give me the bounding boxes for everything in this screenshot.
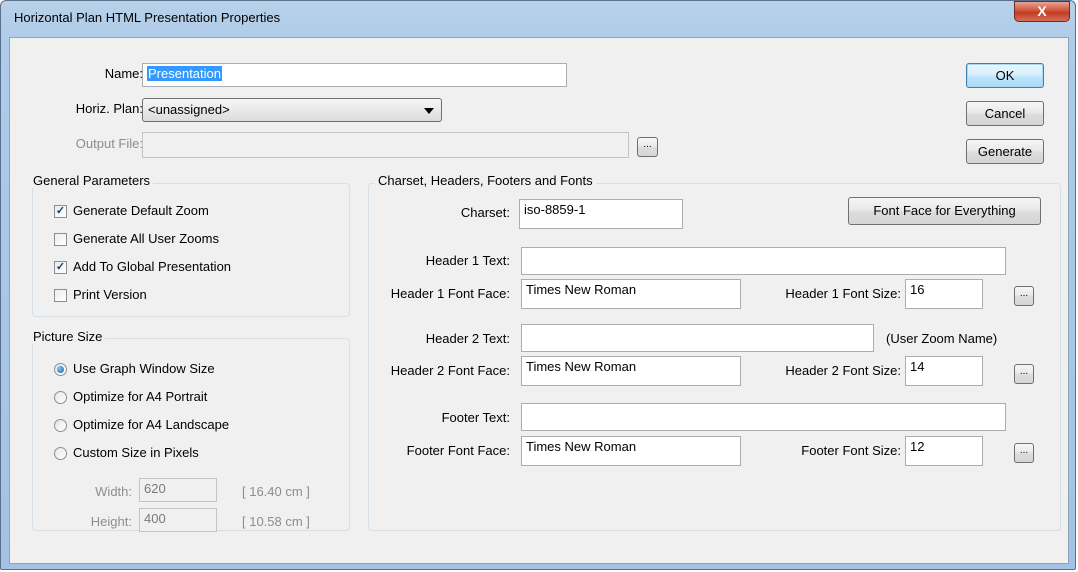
header2-font-face-input[interactable]: Times New Roman <box>521 356 741 386</box>
name-input[interactable]: Presentation <box>142 63 567 87</box>
header2-font-face-value: Times New Roman <box>526 359 637 374</box>
header2-font-browse-button[interactable]: ... <box>1014 364 1034 384</box>
footer-font-face-input[interactable]: Times New Roman <box>521 436 741 466</box>
header2-text-label: Header 2 Text: <box>425 331 510 346</box>
dialog-client-area: Name: Presentation Horiz. Plan: <unassig… <box>9 37 1069 564</box>
header2-font-face-label: Header 2 Font Face: <box>390 363 510 378</box>
charset-value: iso-8859-1 <box>524 202 586 217</box>
header2-text-input[interactable] <box>521 324 874 352</box>
header2-font-size-input[interactable]: 14 <box>905 356 983 386</box>
a4-portrait-radio[interactable] <box>54 391 67 404</box>
height-cm-text: [ 10.58 cm ] <box>242 514 310 529</box>
header1-text-label: Header 1 Text: <box>425 253 510 268</box>
a4-landscape-radio[interactable] <box>54 419 67 432</box>
generate-button[interactable]: Generate <box>966 139 1044 164</box>
generate-default-zoom-label: Generate Default Zoom <box>73 203 209 218</box>
height-label: Height: <box>90 514 132 529</box>
width-input: 620 <box>139 478 217 502</box>
header1-font-face-input[interactable]: Times New Roman <box>521 279 741 309</box>
footer-text-input[interactable] <box>521 403 1006 431</box>
footer-font-browse-button[interactable]: ... <box>1014 443 1034 463</box>
ok-button[interactable]: OK <box>966 63 1044 88</box>
horiz-plan-dropdown[interactable]: <unassigned> <box>142 98 442 122</box>
charset-headers-title: Charset, Headers, Footers and Fonts <box>375 173 596 188</box>
header1-font-face-value: Times New Roman <box>526 282 637 297</box>
footer-text-label: Footer Text: <box>441 410 510 425</box>
title-bar[interactable]: Horizontal Plan HTML Presentation Proper… <box>0 0 1078 36</box>
output-file-input <box>142 132 629 158</box>
header2-font-size-value: 14 <box>910 359 925 374</box>
output-file-label: Output File: <box>75 136 143 151</box>
horiz-plan-value: <unassigned> <box>148 102 230 117</box>
name-label: Name: <box>104 66 143 81</box>
output-file-browse-button[interactable]: ... <box>637 137 658 157</box>
footer-font-face-label: Footer Font Face: <box>406 443 510 458</box>
generate-all-user-zooms-label: Generate All User Zooms <box>73 231 219 246</box>
print-version-label: Print Version <box>73 287 147 302</box>
footer-font-size-label: Footer Font Size: <box>801 443 901 458</box>
chevron-down-icon <box>424 108 434 114</box>
use-graph-window-size-radio[interactable] <box>54 363 67 376</box>
cancel-button[interactable]: Cancel <box>966 101 1044 126</box>
footer-font-size-input[interactable]: 12 <box>905 436 983 466</box>
footer-font-size-value: 12 <box>910 439 925 454</box>
header2-font-size-label: Header 2 Font Size: <box>785 363 901 378</box>
header2-hint-text: (User Zoom Name) <box>886 331 998 346</box>
a4-portrait-label: Optimize for A4 Portrait <box>73 389 208 404</box>
generate-default-zoom-checkbox[interactable]: ✓ <box>54 205 67 218</box>
a4-landscape-label: Optimize for A4 Landscape <box>73 417 230 432</box>
add-to-global-presentation-label: Add To Global Presentation <box>73 259 232 274</box>
header1-font-size-label: Header 1 Font Size: <box>785 286 901 301</box>
width-label: Width: <box>95 484 132 499</box>
window-title: Horizontal Plan HTML Presentation Proper… <box>14 10 281 25</box>
charset-label: Charset: <box>460 205 510 220</box>
horiz-plan-label: Horiz. Plan: <box>75 101 143 116</box>
use-graph-window-size-label: Use Graph Window Size <box>73 361 215 376</box>
charset-input[interactable]: iso-8859-1 <box>519 199 683 229</box>
width-cm-text: [ 16.40 cm ] <box>242 484 310 499</box>
header1-font-size-value: 16 <box>910 282 925 297</box>
picture-size-title: Picture Size <box>30 329 106 344</box>
add-to-global-presentation-checkbox[interactable]: ✓ <box>54 261 67 274</box>
generate-all-user-zooms-checkbox[interactable] <box>54 233 67 246</box>
general-parameters-title: General Parameters <box>30 173 154 188</box>
footer-font-face-value: Times New Roman <box>526 439 637 454</box>
width-value: 620 <box>144 481 166 496</box>
height-input: 400 <box>139 508 217 532</box>
name-input-value: Presentation <box>147 66 222 81</box>
custom-size-label: Custom Size in Pixels <box>73 445 199 460</box>
header1-font-browse-button[interactable]: ... <box>1014 286 1034 306</box>
header1-font-face-label: Header 1 Font Face: <box>390 286 510 301</box>
header1-font-size-input[interactable]: 16 <box>905 279 983 309</box>
header1-text-input[interactable] <box>521 247 1006 275</box>
close-button[interactable]: X <box>1014 1 1070 22</box>
print-version-checkbox[interactable] <box>54 289 67 302</box>
height-value: 400 <box>144 511 166 526</box>
font-face-for-everything-button[interactable]: Font Face for Everything <box>848 197 1041 225</box>
custom-size-radio[interactable] <box>54 447 67 460</box>
